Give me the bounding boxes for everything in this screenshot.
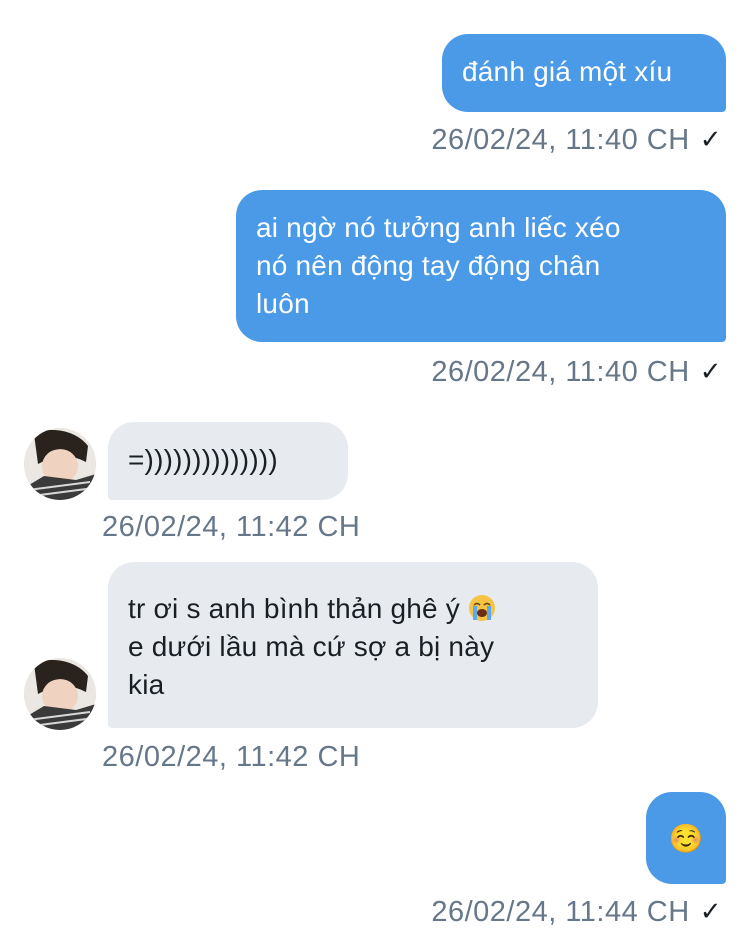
message-text-line: kia [128,669,165,700]
message-text-line: luôn [256,288,310,319]
message-bubble-incoming[interactable]: tr ơi s anh bình thản ghê ý e dưới lầu m… [108,562,598,728]
message-text-line: tr ơi s anh bình thản ghê ý [128,590,578,628]
checkmark-icon: ✓ [699,896,722,926]
message-timestamp: 26/02/24, 11:42 CH [102,740,360,774]
message-text: đánh giá một xíu [462,56,673,87]
message-text-line: e dưới lầu mà cứ sợ a bị này [128,631,495,662]
checkmark-icon: ✓ [699,124,722,154]
timestamp-text: 26/02/24, 11:40 CH [431,124,690,156]
message-text: tr ơi s anh bình thản ghê ý [128,593,460,624]
message-timestamp: 26/02/24, 11:40 CH ✓ [431,354,722,389]
message-bubble-outgoing[interactable]: đánh giá một xíu [442,34,726,112]
message-text-line: nó nên động tay động chân [256,250,601,281]
message-bubble-outgoing[interactable]: ☺️ [646,792,726,884]
timestamp-text: 26/02/24, 11:42 CH [102,511,361,543]
avatar-photo [24,428,96,500]
timestamp-text: 26/02/24, 11:42 CH [102,741,361,773]
message-text-line: ai ngờ nó tưởng anh liếc xéo [256,212,621,243]
timestamp-text: 26/02/24, 11:44 CH [431,896,690,928]
message-timestamp: 26/02/24, 11:40 CH ✓ [431,122,722,157]
message-text: =)))))))))))))) [128,444,278,475]
message-timestamp: 26/02/24, 11:44 CH ✓ [431,894,722,929]
avatar-photo [24,658,96,730]
loudly-crying-face-emoji [468,595,495,621]
message-bubble-outgoing[interactable]: ai ngờ nó tưởng anh liếc xéo nó nên động… [236,190,726,342]
message-bubble-incoming[interactable]: =)))))))))))))) [108,422,348,500]
avatar[interactable] [24,658,96,730]
smiling-face-emoji: ☺️ [668,823,704,854]
checkmark-icon: ✓ [699,356,722,386]
timestamp-text: 26/02/24, 11:40 CH [431,356,690,388]
avatar[interactable] [24,428,96,500]
message-timestamp: 26/02/24, 11:42 CH [102,510,360,544]
